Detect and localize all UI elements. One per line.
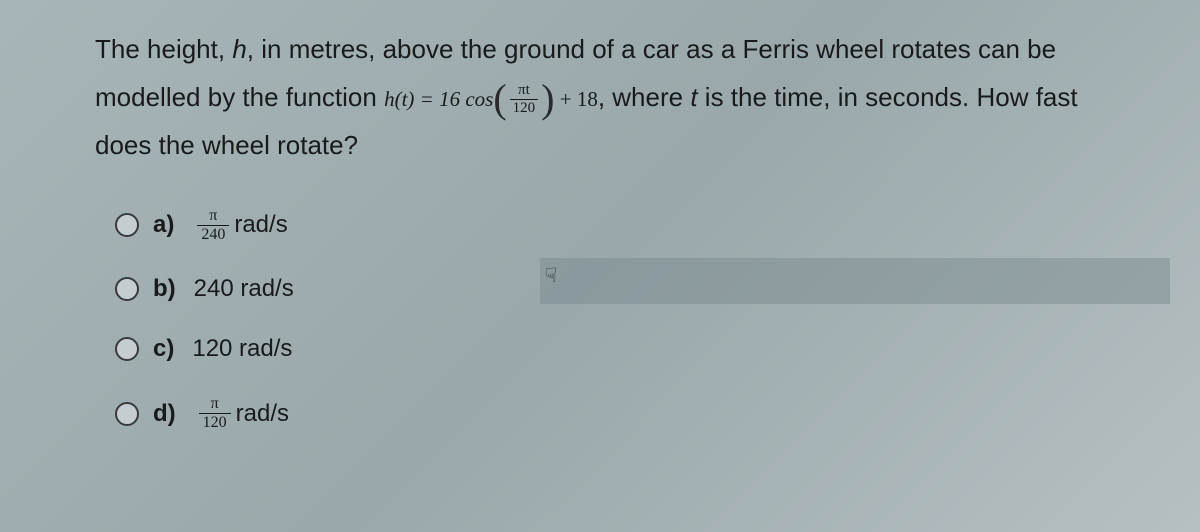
- option-d[interactable]: d) π 120 rad/s: [115, 395, 1105, 431]
- function-lhs: h(t) = 16 cos: [384, 87, 493, 111]
- option-d-num: π: [199, 395, 231, 414]
- frac-denominator: 120: [510, 100, 539, 117]
- options-list: a) π 240 rad/s b) 240 rad/s c) 120 rad/s…: [95, 207, 1105, 431]
- option-a-label: a): [153, 211, 174, 239]
- option-a-fraction: π 240: [197, 207, 229, 243]
- option-d-den: 120: [199, 414, 231, 432]
- radio-d[interactable]: [115, 402, 139, 426]
- question-stem: The height, h, in metres, above the grou…: [95, 25, 1105, 169]
- option-b-text: 240 rad/s: [194, 275, 294, 303]
- option-d-unit: rad/s: [236, 400, 289, 428]
- left-paren: (: [493, 83, 506, 115]
- option-a-num: π: [197, 207, 229, 226]
- option-d-fraction: π 120: [199, 395, 231, 431]
- radio-b[interactable]: [115, 277, 139, 301]
- option-a-den: 240: [197, 226, 229, 244]
- option-c-text: 120 rad/s: [192, 335, 292, 363]
- function-rhs: + 18: [554, 87, 597, 111]
- option-b[interactable]: b) 240 rad/s: [115, 275, 1105, 303]
- option-a-unit: rad/s: [234, 211, 287, 239]
- radio-a[interactable]: [115, 213, 139, 237]
- question-part1: The height,: [95, 34, 232, 64]
- option-d-label: d): [153, 400, 176, 428]
- cursor-icon: ☟: [545, 263, 557, 288]
- option-b-label: b): [153, 275, 176, 303]
- question-part3: , where: [598, 82, 691, 112]
- right-paren: ): [541, 83, 554, 115]
- paren-group: (πt120): [493, 82, 554, 116]
- inner-fraction: πt120: [510, 82, 539, 116]
- option-a-text: π 240 rad/s: [192, 207, 287, 243]
- variable-t: t: [690, 82, 697, 112]
- option-d-text: π 120 rad/s: [194, 395, 289, 431]
- variable-h: h: [232, 34, 246, 64]
- frac-numerator: πt: [510, 82, 539, 100]
- option-a[interactable]: a) π 240 rad/s: [115, 207, 1105, 243]
- option-c-label: c): [153, 335, 174, 363]
- option-c[interactable]: c) 120 rad/s: [115, 335, 1105, 363]
- radio-c[interactable]: [115, 337, 139, 361]
